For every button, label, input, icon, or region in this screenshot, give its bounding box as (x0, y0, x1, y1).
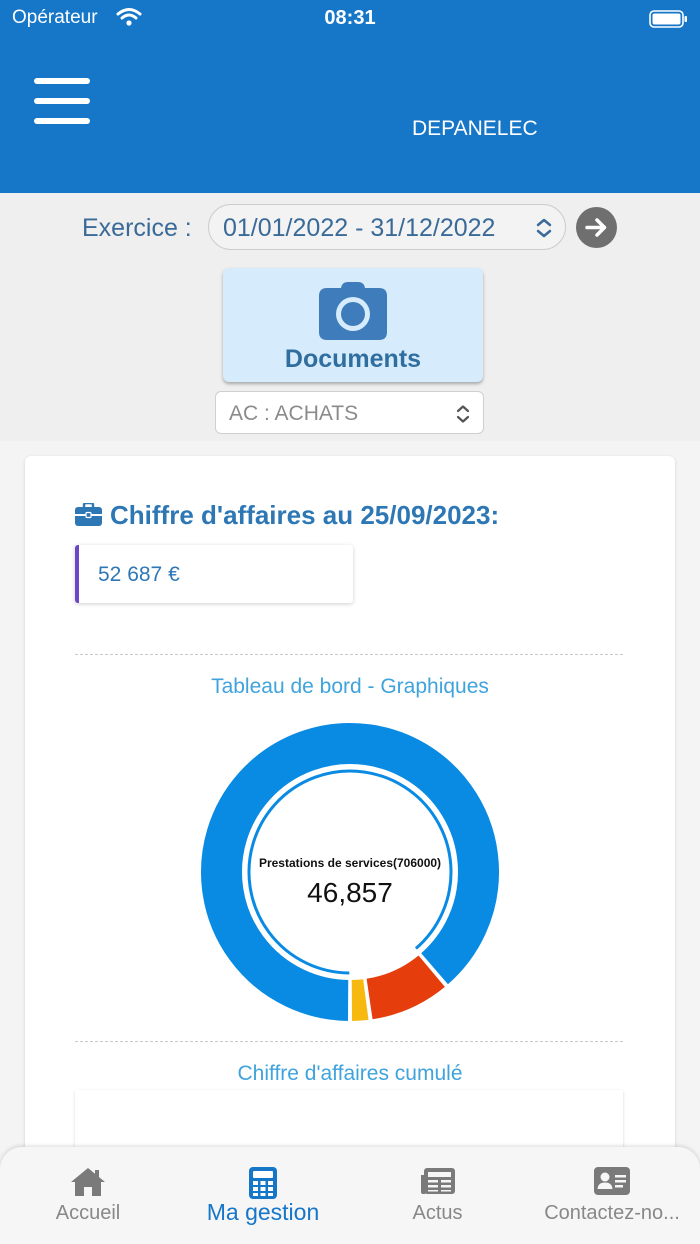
revenue-value: 52 687 € (98, 563, 180, 586)
menu-icon[interactable] (34, 78, 90, 126)
donut-center-value: 46,857 (307, 877, 393, 908)
dashboard-card: Chiffre d'affaires au 25/09/2023: 52 687… (25, 456, 675, 1180)
donut-slice-1[interactable] (199, 721, 501, 1024)
exercise-period-select[interactable]: 01/01/2022 - 31/12/2022 (208, 204, 566, 250)
dashboard-title: Tableau de bord - Graphiques (211, 675, 489, 698)
journal-select-value: AC : ACHATS (229, 402, 359, 425)
donut-center-label: Prestations de services(706000) (259, 856, 441, 870)
cumulative-revenue-title: Chiffre d'affaires cumulé (237, 1062, 463, 1085)
donut-highlight-ring (247, 769, 453, 975)
divider (75, 654, 623, 655)
tab-ma-gestion[interactable]: Ma gestion (192, 1147, 334, 1244)
company-title: DEPANELEC (412, 117, 538, 140)
exercise-period-value: 01/01/2022 - 31/12/2022 (223, 214, 496, 242)
next-exercise-button[interactable] (576, 207, 617, 248)
tab-accueil[interactable]: Accueil (28, 1147, 148, 1244)
status-bar: Opérateur 08:31 (0, 0, 700, 36)
journal-select[interactable]: AC : ACHATS (215, 391, 484, 434)
battery-icon (649, 9, 689, 35)
revenue-value-box: 52 687 € (75, 545, 353, 603)
revenue-title: Chiffre d'affaires au 25/09/2023: (75, 500, 499, 531)
clock: 08:31 (324, 7, 376, 29)
app-header: Opérateur 08:31 DEPANELEC (0, 0, 700, 193)
up-down-chevron-icon (535, 217, 553, 244)
tab-label: Ma gestion (206, 1199, 320, 1225)
tab-actus[interactable]: Actus (380, 1147, 495, 1244)
tab-label: Accueil (55, 1202, 121, 1224)
tab-contactez-nous[interactable]: Contactez-no... (532, 1147, 692, 1244)
contact-card-icon (594, 1167, 630, 1200)
donut-chart[interactable]: Prestations de services(706000) 46,857 (25, 716, 675, 1036)
home-icon (70, 1167, 106, 1202)
exercise-label: Exercice : (82, 214, 192, 242)
divider (75, 1041, 623, 1042)
tab-label: Actus (412, 1202, 463, 1224)
arrow-right-icon (585, 218, 607, 237)
up-down-chevron-icon (455, 404, 471, 429)
documents-button[interactable]: Documents (223, 268, 483, 382)
documents-label: Documents (284, 345, 422, 373)
exercise-row: Exercice : 01/01/2022 - 31/12/2022 (0, 202, 700, 252)
tab-bar: Accueil Ma gestion Actus Contactez-no... (0, 1147, 700, 1244)
revenue-title-text: Chiffre d'affaires au 25/09/2023: (110, 500, 500, 530)
camera-icon (319, 282, 387, 345)
briefcase-icon (75, 501, 102, 526)
newspaper-icon (420, 1167, 456, 1200)
tab-label: Contactez-no... (544, 1202, 680, 1224)
